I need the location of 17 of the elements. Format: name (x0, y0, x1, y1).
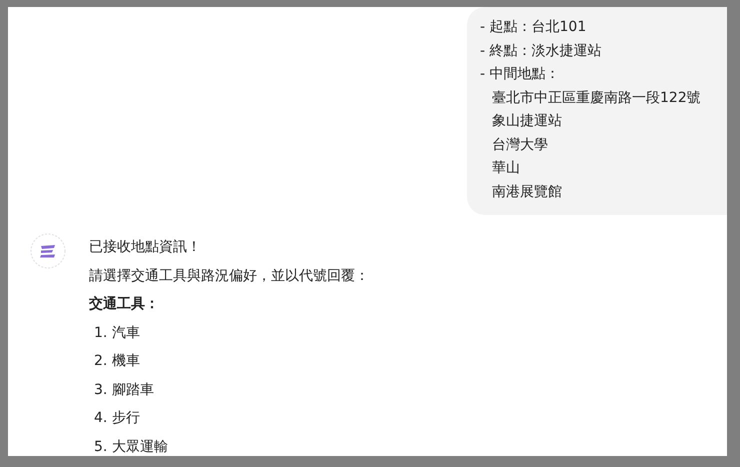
message-line: 臺北市中正區重慶南路一段122號 (491, 88, 702, 108)
option-item: 1. 汽車 (93, 324, 141, 342)
option-item: 5. 大眾運輸 (93, 438, 169, 456)
message-text: 請選擇交通工具與路況偏好，並以代號回覆： (89, 266, 369, 286)
option-item: 2. 機車 (93, 352, 141, 371)
message-line: 華山 (491, 159, 521, 178)
message-line: 台灣大學 (491, 136, 549, 154)
message-line: - 起點：台北101 (480, 18, 588, 37)
option-item: 3. 腳踏車 (93, 380, 155, 400)
message-line: 南港展覽館 (491, 182, 563, 202)
section-heading: 交通工具： (89, 294, 160, 314)
message-text: 已接收地點資訊！ (89, 238, 202, 257)
message-line: 象山捷運站 (491, 112, 563, 131)
option-item: 4. 步行 (93, 409, 141, 428)
avatar-icon (30, 233, 66, 269)
message-line: - 終點：淡水捷運站 (480, 42, 603, 60)
message-line: - 中間地點： (480, 65, 561, 84)
